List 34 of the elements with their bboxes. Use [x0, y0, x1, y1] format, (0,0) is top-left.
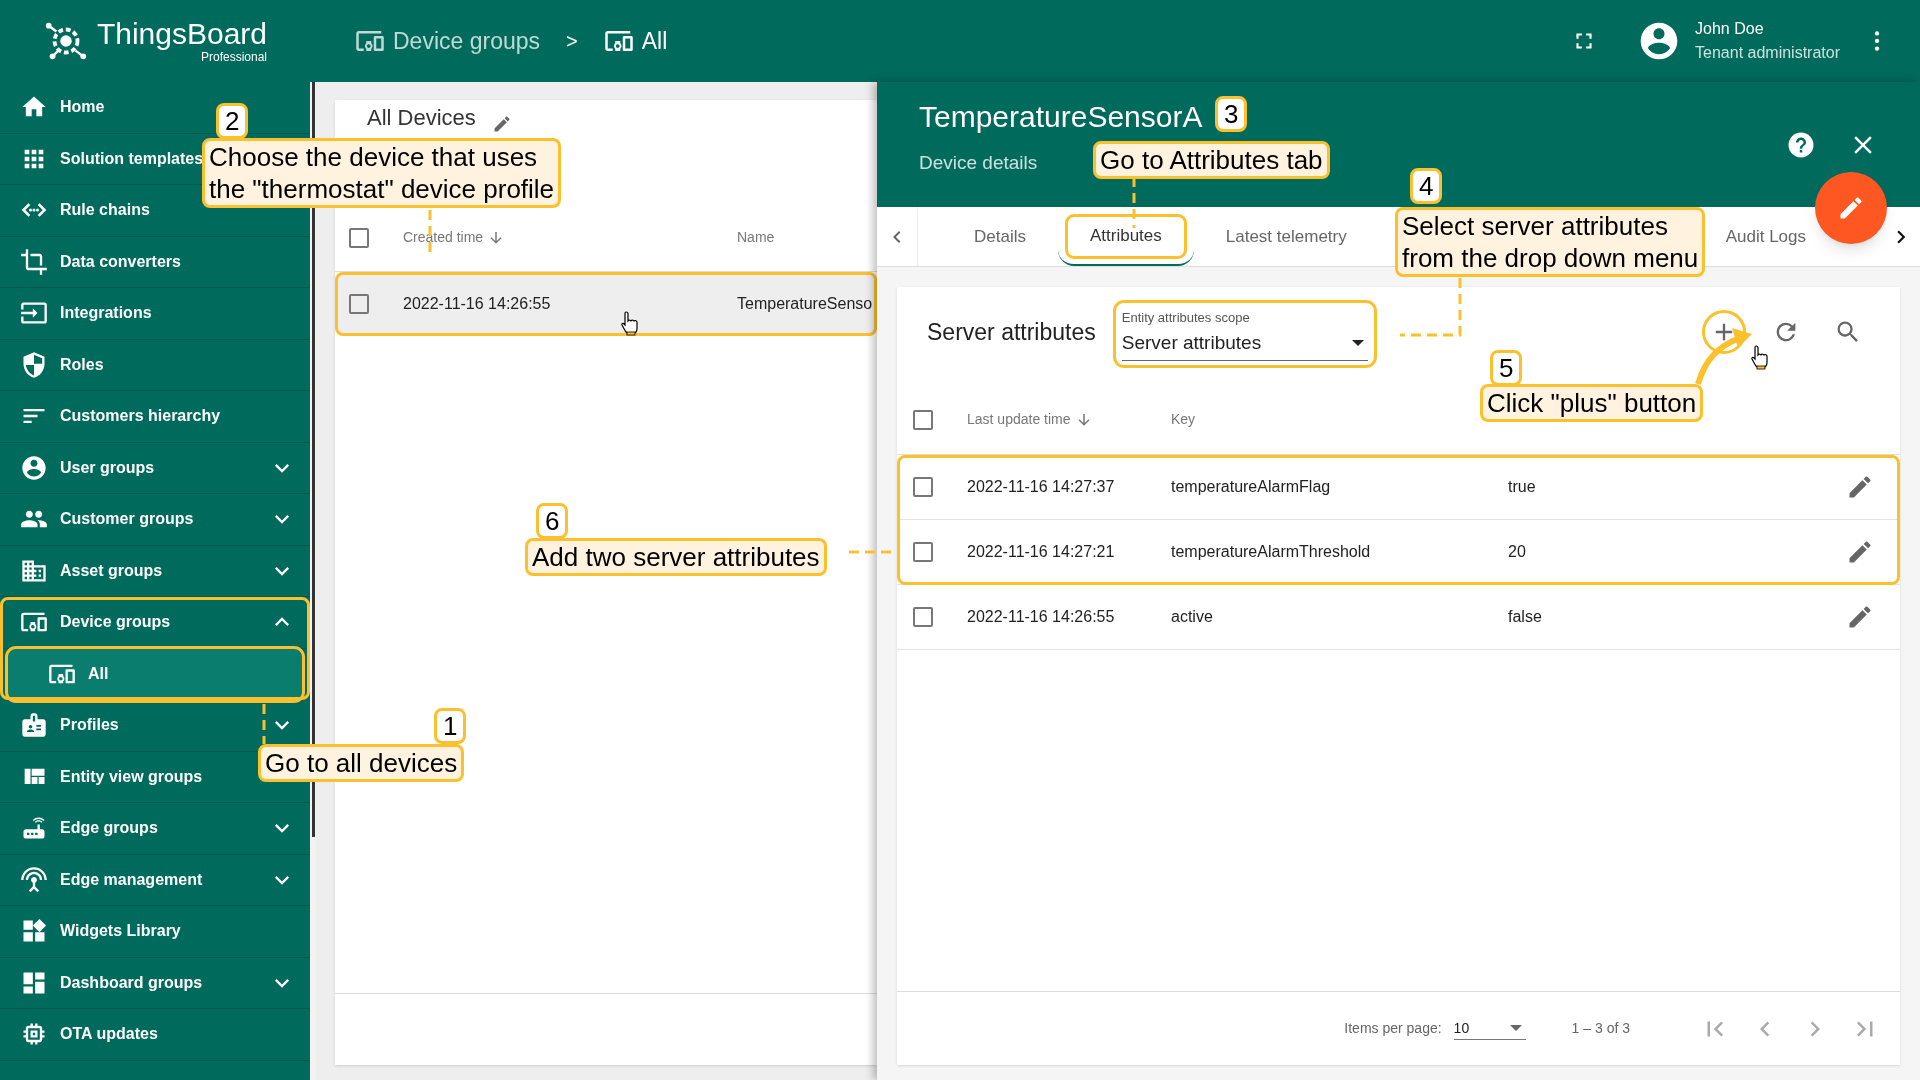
table-cell-text: temperatureAlarmThreshold	[1171, 542, 1372, 562]
table-cell-text: 20	[1508, 542, 1526, 562]
logo-subtitle: Professional	[201, 51, 268, 63]
user-name: John Doe	[1695, 19, 1765, 39]
logo-title: ThingsBoard	[96, 19, 268, 49]
table-cell-text: 2022-11-16 14:27:37	[967, 477, 1116, 497]
step-number: 1	[434, 708, 467, 744]
table-cell-text: active	[1171, 607, 1214, 627]
step-number: 5	[1490, 350, 1523, 386]
step-number: 4	[1410, 168, 1443, 204]
table-cell-text: 2022-11-16 14:26:55	[403, 294, 552, 314]
callout-tooltip: Go to Attributes tab	[1093, 141, 1330, 179]
user-role: Tenant administrator	[1695, 43, 1840, 63]
list-title: All Devices	[367, 104, 476, 132]
table-cell-text: true	[1508, 477, 1536, 497]
table-cell-text: temperatureAlarmFlag	[1171, 477, 1332, 497]
callout-tooltip: Select server attributes from the drop down menu	[1395, 207, 1706, 277]
step-number: 6	[536, 503, 569, 539]
callout-tooltip: Click "plus" button	[1480, 384, 1704, 422]
table-cell-text: 2022-11-16 14:27:21	[967, 542, 1116, 562]
callout-tooltip: Add two server attributes	[525, 538, 827, 576]
step-number: 3	[1215, 96, 1248, 132]
step-number: 2	[216, 103, 249, 139]
breadcrumb-separator: >	[566, 29, 578, 54]
callout-tooltip: Choose the device that uses the "thermostat" device profile	[202, 138, 562, 208]
card-title: Server attributes	[927, 317, 1096, 347]
panel-title: TemperatureSensorA	[919, 100, 1203, 134]
panel-subtitle: Device details	[919, 152, 1038, 174]
page-range: 1 – 3 of 3	[1571, 1019, 1630, 1038]
callout-tooltip: Go to all devices	[258, 744, 465, 782]
table-cell-text: 2022-11-16 14:26:55	[967, 607, 1116, 627]
table-cell-text: false	[1508, 607, 1542, 627]
page-size-label: Items per page:	[1344, 1019, 1442, 1038]
table-cell-text: TemperatureSenso	[737, 294, 873, 314]
